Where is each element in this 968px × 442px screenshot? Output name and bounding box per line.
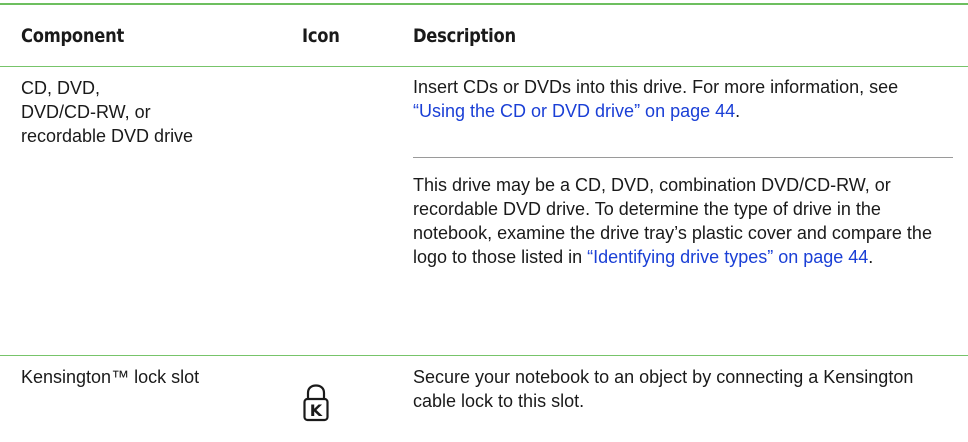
cross-reference-link[interactable]: “Identifying drive types” on page 44: [587, 247, 868, 267]
header-component: Component: [21, 25, 125, 47]
component-name: Kensington™ lock slot: [21, 365, 199, 389]
component-line: recordable DVD drive: [21, 126, 194, 146]
description-text: .: [868, 247, 874, 267]
description-text: .: [735, 101, 741, 121]
paragraph-divider: [413, 157, 953, 158]
description-paragraph: Secure your notebook to an object by con…: [413, 365, 953, 413]
lock-icon-letter: K: [310, 401, 323, 420]
component-name: CD, DVD, DVD/CD-RW, or recordable DVD dr…: [21, 76, 193, 148]
row-rule: [0, 355, 968, 356]
kensington-lock-icon: K: [303, 384, 329, 422]
description-text: Secure your notebook to an object by con…: [413, 367, 914, 411]
component-line: Kensington™ lock slot: [21, 367, 200, 387]
table-header-row: Component Icon Description: [0, 5, 968, 65]
description-text: Insert CDs or DVDs into this drive. For …: [413, 77, 899, 97]
component-line: CD, DVD,: [21, 78, 101, 98]
table-row: CD, DVD, DVD/CD-RW, or recordable DVD dr…: [0, 67, 968, 355]
component-line: DVD/CD-RW, or: [21, 102, 151, 122]
cross-reference-link[interactable]: “Using the CD or DVD drive” on page 44: [413, 101, 735, 121]
description-paragraph: This drive may be a CD, DVD, combination…: [413, 173, 953, 269]
header-icon: Icon: [302, 25, 340, 47]
header-description: Description: [413, 25, 516, 47]
table-row: Kensington™ lock slot K Secure your note…: [0, 357, 968, 442]
description-paragraph: Insert CDs or DVDs into this drive. For …: [413, 75, 953, 123]
